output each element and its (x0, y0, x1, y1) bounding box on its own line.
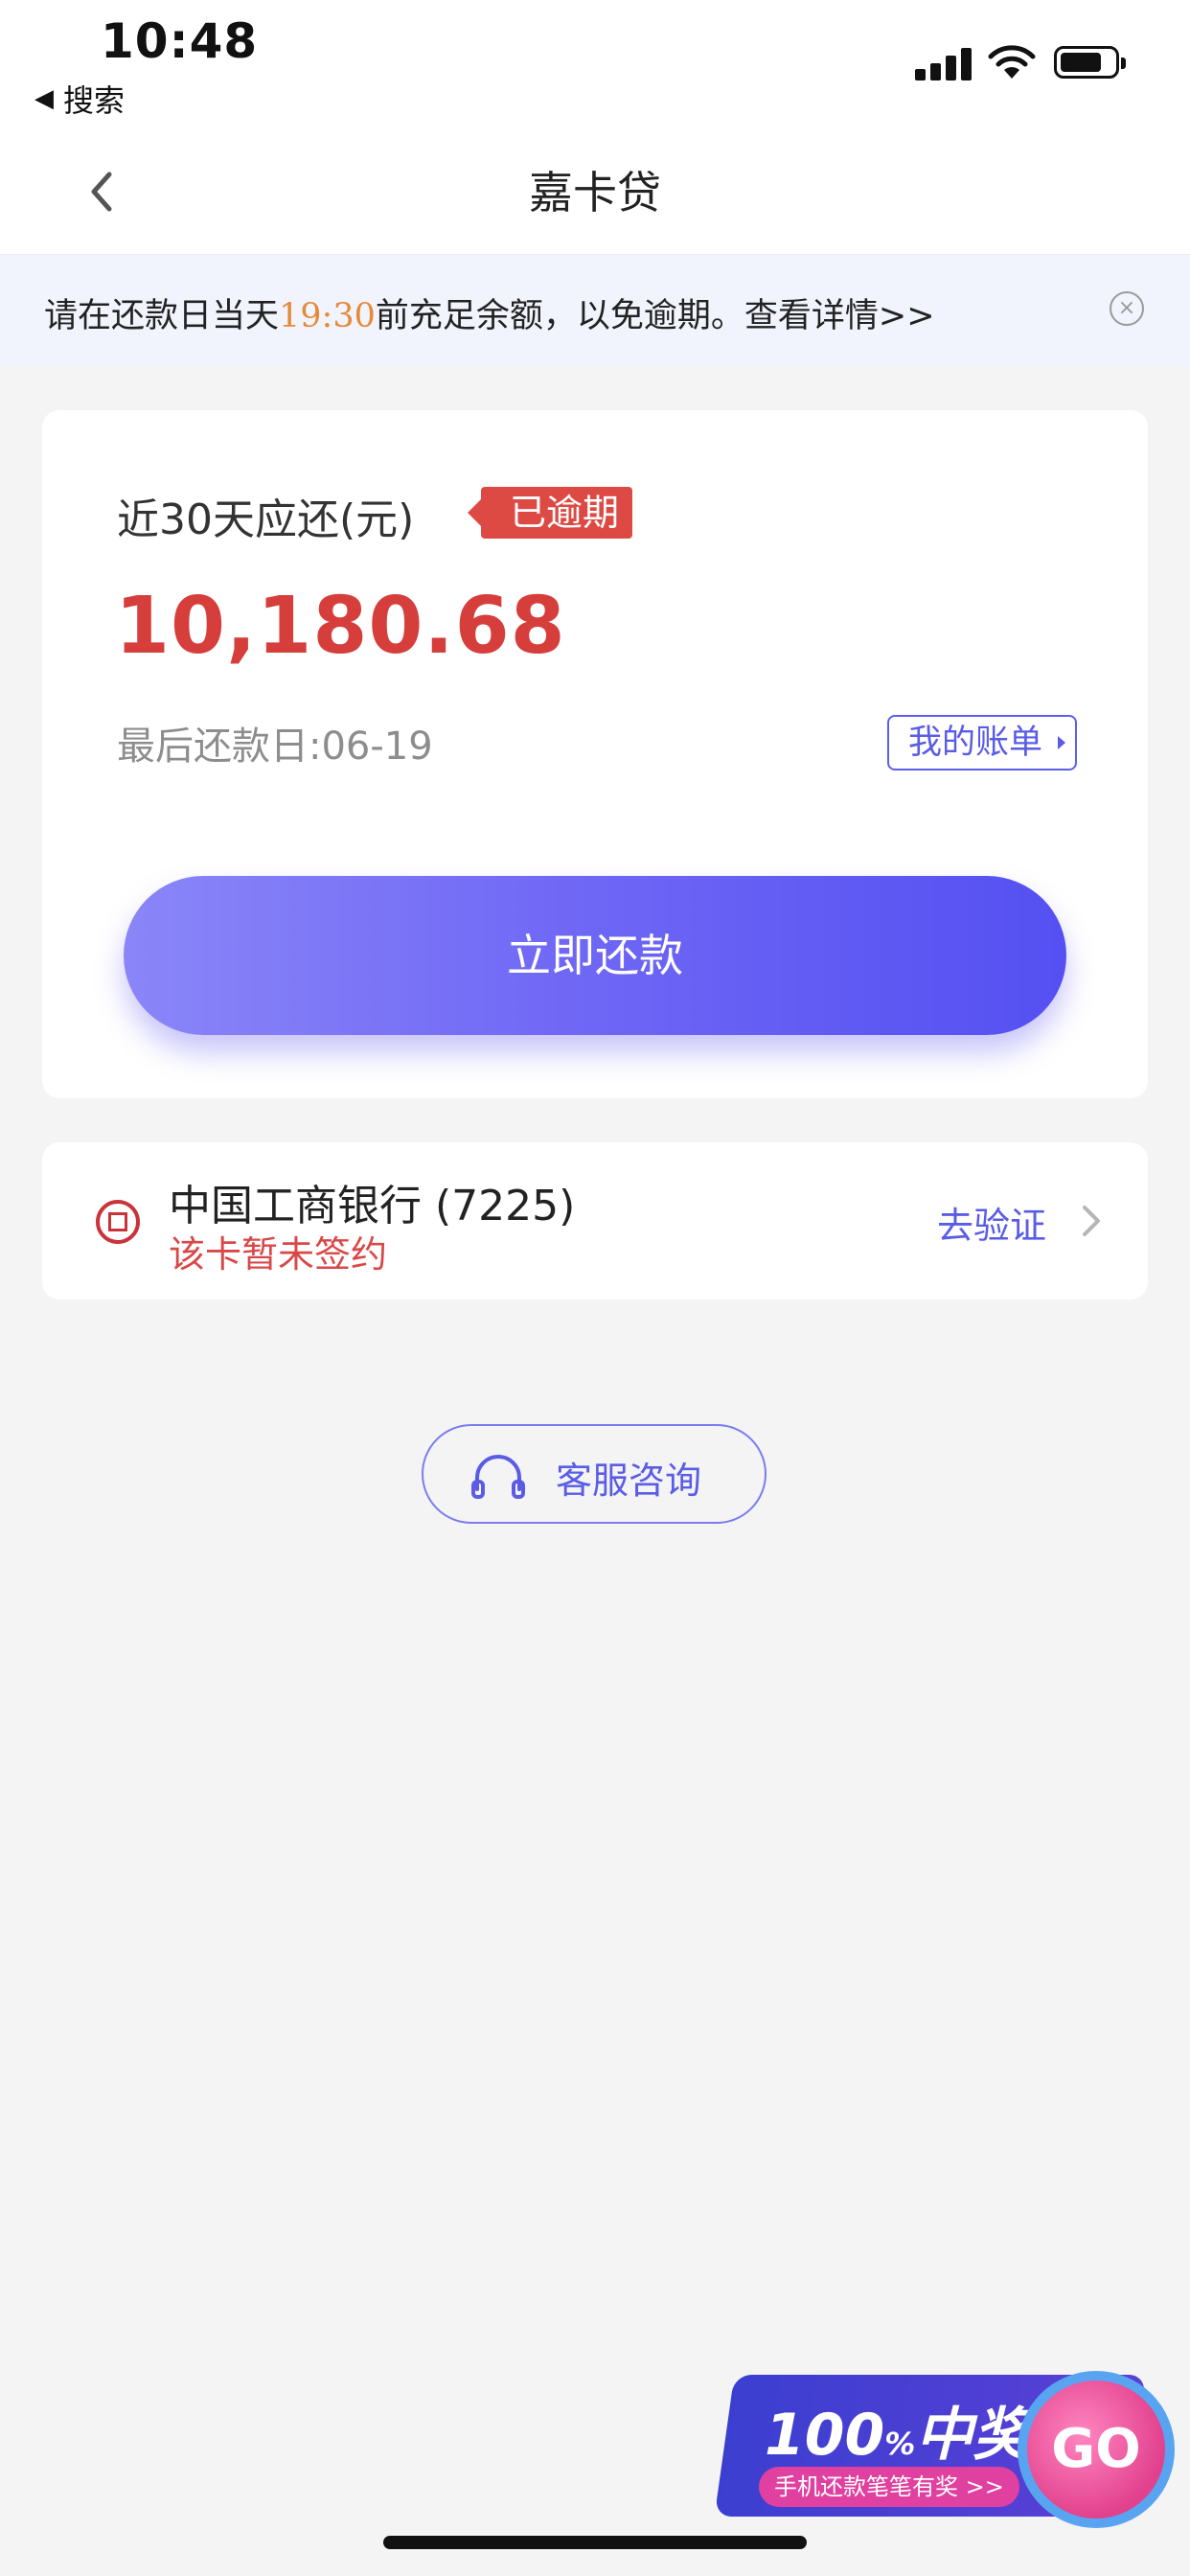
promo-banner[interactable]: 100%中奖 手机还款笔笔有奖 >> GO (714, 2371, 1190, 2528)
wifi-icon (988, 45, 1036, 79)
navigation-bar: 嘉卡贷 (0, 134, 1190, 255)
chevron-right-icon (1083, 1206, 1100, 1236)
bank-sign-status: 该卡暂未签约 (169, 1233, 388, 1276)
status-bar: 10:48 ◀ 搜索 (0, 0, 1190, 134)
notice-text-before: 请在还款日当天 (44, 297, 280, 335)
promo-percent: % (884, 2426, 916, 2462)
cellular-signal-icon (915, 46, 973, 80)
notice-text: 请在还款日当天19:30前充足余额，以免逾期。查看详情>> (44, 288, 935, 337)
repayment-label: 近30天应还(元) (117, 495, 415, 544)
promo-text: 中奖 (915, 2402, 1031, 2469)
close-icon[interactable]: × (1110, 291, 1144, 326)
customer-service-button[interactable]: 客服咨询 (422, 1424, 767, 1524)
back-triangle-icon: ◀ (34, 84, 54, 113)
back-to-app-link[interactable]: ◀ 搜索 (34, 77, 125, 121)
home-indicator[interactable] (383, 2536, 807, 2549)
repayment-notice-banner[interactable]: 请在还款日当天19:30前充足余额，以免逾期。查看详情>> (0, 255, 1190, 366)
bank-card-row[interactable]: 中国工商银行 (7225) 该卡暂未签约 去验证 (42, 1142, 1148, 1300)
back-app-label: 搜索 (63, 82, 126, 119)
repayment-amount: 10,180.68 (115, 581, 566, 672)
page-title: 嘉卡贷 (529, 167, 661, 218)
notice-text-after[interactable]: 前充足余额，以免逾期。查看详情>> (376, 297, 935, 335)
headset-icon (471, 1455, 525, 1499)
promo-number: 100 (765, 2402, 885, 2469)
icbc-logo-icon (96, 1200, 140, 1244)
verify-link[interactable]: 去验证 (937, 1196, 1046, 1249)
my-bill-label: 我的账单 (908, 724, 1043, 762)
repay-now-button[interactable]: 立即还款 (124, 876, 1066, 1035)
notice-highlight-time: 19:30 (279, 297, 376, 335)
caret-right-icon (1058, 736, 1066, 749)
status-time: 10:48 (101, 13, 259, 69)
promo-go-button[interactable]: GO (1018, 2371, 1175, 2528)
promo-subtitle: 手机还款笔笔有奖 >> (759, 2467, 1019, 2507)
my-bill-button[interactable]: 我的账单 (887, 715, 1078, 770)
repayment-card: 近30天应还(元) 已逾期 10,180.68 最后还款日:06-19 我的账单… (42, 410, 1148, 1098)
battery-icon (1054, 46, 1126, 79)
bank-name: 中国工商银行 (7225) (169, 1182, 576, 1230)
customer-service-label: 客服咨询 (556, 1460, 702, 1502)
promo-headline: 100%中奖 (765, 2388, 1030, 2472)
overdue-badge: 已逾期 (467, 487, 633, 539)
due-date: 最后还款日:06-19 (117, 724, 433, 769)
